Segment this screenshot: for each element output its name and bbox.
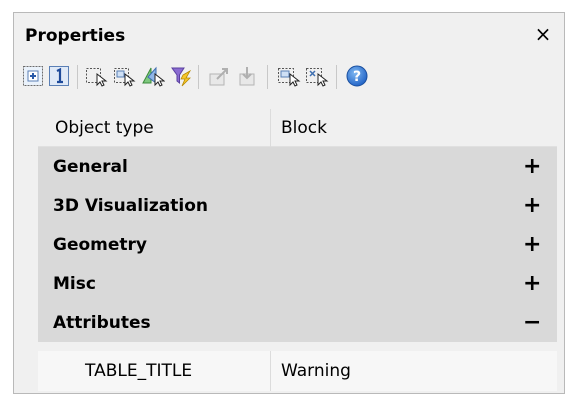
- help-icon[interactable]: ?: [344, 61, 370, 91]
- select-similar-icon[interactable]: [140, 61, 166, 91]
- property-name: Object type: [55, 117, 154, 138]
- filter-icon[interactable]: [168, 61, 194, 91]
- toggle-pickadd-icon[interactable]: [46, 61, 72, 91]
- expand-icon[interactable]: +: [523, 232, 541, 257]
- quick-select-icon[interactable]: [112, 61, 138, 91]
- export-icon[interactable]: [207, 61, 233, 91]
- properties-panel: Properties × ? Object type Block General…: [13, 12, 565, 394]
- category-label: Misc: [53, 273, 96, 294]
- toolbar-separator: [77, 65, 78, 89]
- import-icon[interactable]: [235, 61, 261, 91]
- category-label: 3D Visualization: [53, 195, 208, 216]
- category-label: Attributes: [53, 312, 151, 333]
- attribute-name: TABLE_TITLE: [85, 361, 193, 381]
- close-icon[interactable]: ×: [532, 23, 554, 45]
- panel-title: Properties: [25, 26, 126, 46]
- property-value: Block: [281, 117, 327, 138]
- property-grid: Object type Block General + 3D Visualiza…: [38, 108, 557, 342]
- attribute-value[interactable]: Warning: [271, 361, 557, 381]
- toolbar-separator: [336, 65, 337, 89]
- deselect-icon[interactable]: [304, 61, 330, 91]
- toolbar-separator: [198, 65, 199, 89]
- category-general[interactable]: General +: [38, 147, 557, 186]
- category-3d-visualization[interactable]: 3D Visualization +: [38, 186, 557, 225]
- properties-toolbar: ?: [14, 61, 564, 95]
- svg-text:?: ?: [353, 69, 361, 85]
- panel-titlebar: Properties ×: [14, 13, 564, 57]
- select-window-icon[interactable]: [276, 61, 302, 91]
- expand-icon[interactable]: +: [523, 271, 541, 296]
- expand-icon[interactable]: +: [523, 154, 541, 179]
- category-misc[interactable]: Misc +: [38, 264, 557, 303]
- category-label: Geometry: [53, 234, 147, 255]
- collapse-icon[interactable]: −: [523, 310, 541, 335]
- select-objects-icon[interactable]: [84, 61, 110, 91]
- property-row-object-type[interactable]: Object type Block: [38, 108, 557, 147]
- category-attributes[interactable]: Attributes −: [38, 303, 557, 342]
- category-geometry[interactable]: Geometry +: [38, 225, 557, 264]
- property-row-table-title[interactable]: TABLE_TITLE Warning: [38, 351, 557, 391]
- expand-icon[interactable]: +: [523, 193, 541, 218]
- select-all-icon[interactable]: [20, 61, 46, 91]
- category-label: General: [53, 156, 128, 177]
- toolbar-separator: [267, 65, 268, 89]
